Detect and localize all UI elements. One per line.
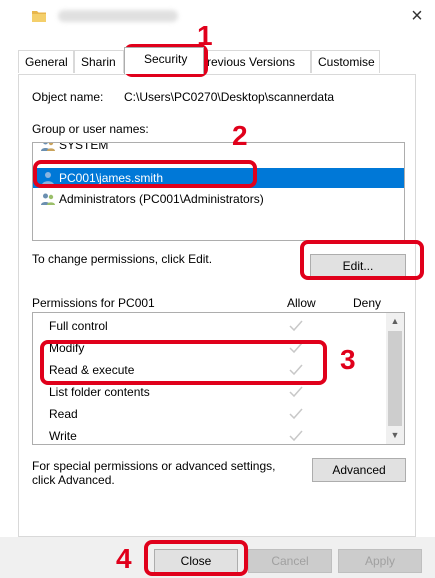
scroll-thumb[interactable] <box>388 331 402 426</box>
permission-row-write: Write <box>33 425 385 444</box>
permission-name: List folder contents <box>49 385 150 399</box>
group-users-icon <box>41 193 55 205</box>
scroll-up-icon[interactable]: ▲ <box>386 313 404 330</box>
apply-button[interactable]: Apply <box>338 549 422 573</box>
object-name-label: Object name: <box>32 90 104 104</box>
tab-customise[interactable]: Customise <box>311 50 380 73</box>
list-item-label: SYSTEM <box>59 142 109 152</box>
scroll-down-icon[interactable]: ▼ <box>386 427 404 444</box>
callout-user-item <box>33 160 257 188</box>
allow-check-icon <box>289 386 303 398</box>
step-number-3: 3 <box>340 344 356 375</box>
tab-general[interactable]: General <box>18 50 74 73</box>
allow-check-icon <box>289 408 303 420</box>
step-number-1: 1 <box>197 20 213 51</box>
permission-row-full-control: Full control <box>33 315 385 337</box>
tab-security[interactable]: Security <box>124 47 204 74</box>
list-item-administrators[interactable]: Administrators (PC001\Administrators) <box>33 189 404 209</box>
permissions-scrollbar[interactable]: ▲ ▼ <box>386 313 404 444</box>
step-number-4: 4 <box>116 543 132 574</box>
permissions-header: Permissions for PC001 <box>32 296 155 310</box>
folder-icon <box>32 11 46 22</box>
tab-previous-versions[interactable]: revious Versions <box>204 50 311 73</box>
group-names-label: Group or user names: <box>32 122 149 136</box>
allow-check-icon <box>289 430 303 442</box>
object-name-value: C:\Users\PC0270\Desktop\scannerdata <box>124 90 335 104</box>
step-number-2: 2 <box>232 120 248 151</box>
permission-row-read: Read <box>33 403 385 425</box>
title-bar: × <box>0 0 435 38</box>
allow-check-icon <box>289 320 303 332</box>
special-permissions-text: For special permissions or advanced sett… <box>32 459 276 487</box>
callout-edit-button <box>300 240 424 280</box>
window-title-obscured <box>58 10 178 22</box>
permission-name: Full control <box>49 319 108 333</box>
allow-column-header: Allow <box>287 296 316 310</box>
list-item-label: Administrators (PC001\Administrators) <box>59 192 264 206</box>
permission-name: Write <box>49 429 77 443</box>
tab-sharing[interactable]: Sharin <box>74 50 124 73</box>
deny-column-header: Deny <box>353 296 382 310</box>
cancel-button[interactable]: Cancel <box>248 549 332 573</box>
callout-close-button <box>144 540 248 576</box>
advanced-button[interactable]: Advanced <box>312 458 406 482</box>
permission-name: Read <box>49 407 78 421</box>
group-user-list[interactable]: SYSTEM PC001\james.smith Administrators … <box>32 142 405 241</box>
callout-permissions <box>40 340 327 385</box>
list-item-system[interactable]: SYSTEM <box>33 142 404 155</box>
group-users-icon <box>41 143 55 151</box>
change-permissions-text: To change permissions, click Edit. <box>32 252 213 266</box>
close-icon[interactable]: × <box>405 4 429 28</box>
